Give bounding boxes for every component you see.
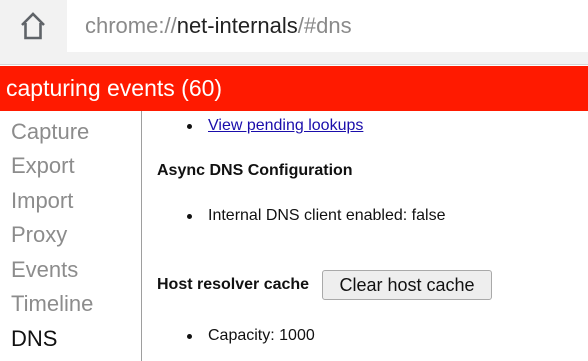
address-bar[interactable]: chrome://net-internals/#dns bbox=[67, 0, 588, 52]
sidebar-item-timeline[interactable]: Timeline bbox=[11, 293, 93, 315]
clear-host-cache-button[interactable]: Clear host cache bbox=[322, 270, 492, 300]
dns-client-status: Internal DNS client enabled: false bbox=[208, 207, 446, 224]
async-dns-heading: Async DNS Configuration bbox=[157, 162, 353, 179]
bullet-icon bbox=[187, 214, 192, 219]
url-path: /#dns bbox=[297, 13, 352, 38]
sidebar: Capture Export Import Proxy Events Timel… bbox=[0, 111, 142, 361]
cache-capacity: Capacity: 1000 bbox=[208, 327, 315, 344]
bullet-icon bbox=[187, 124, 192, 129]
sidebar-item-import[interactable]: Import bbox=[11, 190, 73, 212]
sidebar-item-export[interactable]: Export bbox=[11, 155, 75, 177]
sidebar-item-dns[interactable]: DNS bbox=[11, 328, 57, 350]
view-pending-lookups-link[interactable]: View pending lookups bbox=[208, 118, 363, 134]
home-button[interactable] bbox=[0, 0, 66, 52]
status-text: capturing events (60) bbox=[6, 75, 223, 101]
url-scheme: chrome:// bbox=[85, 13, 177, 38]
bullet-icon bbox=[187, 334, 192, 339]
status-bar[interactable]: capturing events (60) bbox=[0, 66, 588, 111]
dns-panel: View pending lookups Async DNS Configura… bbox=[143, 111, 588, 361]
host-cache-heading: Host resolver cache bbox=[157, 276, 310, 293]
url-host: net-internals bbox=[176, 13, 298, 38]
sidebar-item-proxy[interactable]: Proxy bbox=[11, 224, 67, 246]
home-icon bbox=[21, 12, 45, 40]
browser-toolbar: chrome://net-internals/#dns bbox=[0, 0, 588, 65]
sidebar-item-capture[interactable]: Capture bbox=[11, 121, 89, 143]
sidebar-item-events[interactable]: Events bbox=[11, 259, 78, 281]
